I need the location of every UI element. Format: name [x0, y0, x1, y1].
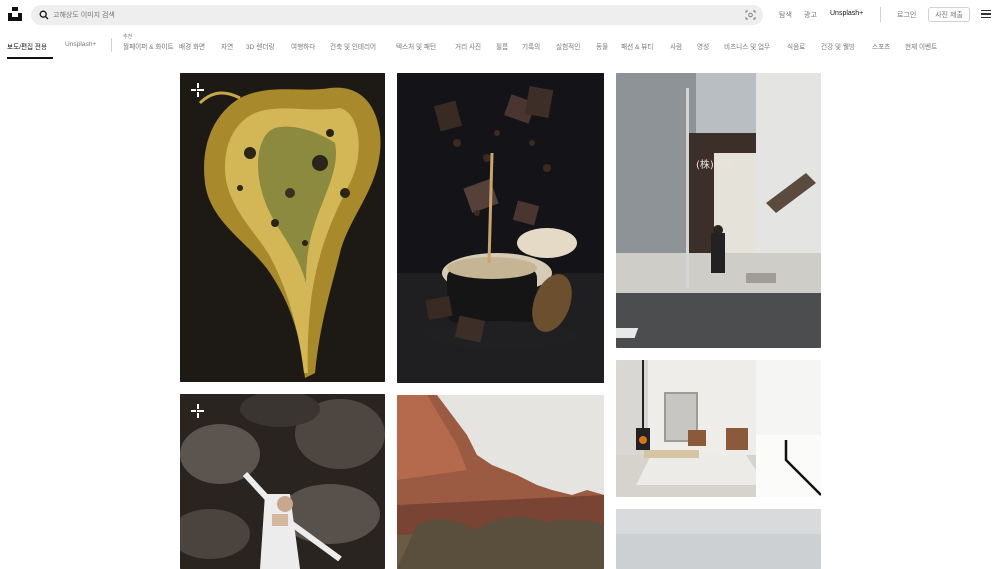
tab-item[interactable]: 필름 — [496, 41, 508, 51]
tab-item[interactable]: 실험적인 — [556, 41, 580, 51]
photo-image — [397, 395, 604, 569]
submit-photo-button[interactable]: 사진 제출 — [928, 7, 970, 22]
tab-item[interactable]: 자연 — [221, 41, 233, 51]
photo-image — [616, 360, 821, 497]
search-input[interactable] — [53, 7, 743, 23]
tab-item[interactable]: 식음료 — [787, 41, 805, 51]
tab-item[interactable]: 배경 화면 — [179, 41, 205, 51]
active-tab-indicator — [7, 57, 53, 59]
tab-item[interactable]: 영성 — [697, 41, 709, 51]
search-bar[interactable] — [31, 5, 763, 25]
photo-image: (株)村松 — [616, 73, 821, 348]
photo-image — [397, 73, 604, 383]
tab-item[interactable]: 기록의 — [522, 41, 540, 51]
tab-unsplash-plus[interactable]: Unsplash+ — [65, 41, 96, 48]
tab-item[interactable]: 텍스처 및 패턴 — [396, 41, 436, 51]
top-header: 탐색 광고 Unsplash+ 로그인 사진 제출 — [0, 0, 1000, 30]
tab-item[interactable]: 스포츠 — [872, 41, 890, 51]
photo-card[interactable] — [180, 73, 385, 382]
photo-card[interactable] — [180, 394, 385, 569]
photo-card[interactable] — [616, 360, 821, 497]
tab-item[interactable]: 3D 렌더링 — [246, 41, 274, 51]
login-link[interactable]: 로그인 — [897, 10, 916, 20]
tab-item[interactable]: 사람 — [670, 41, 682, 51]
advertise-link[interactable]: 광고 — [804, 10, 817, 20]
tab-featured[interactable]: 보도/편집 전용 — [7, 41, 47, 51]
tab-item[interactable]: 비즈니스 및 업무 — [724, 41, 770, 51]
photo-card[interactable] — [397, 395, 604, 569]
tab-item[interactable]: 거리 사진 — [455, 41, 481, 51]
tab-divider — [111, 38, 112, 52]
tab-item[interactable]: 패션 & 뷰티 — [621, 41, 653, 51]
photo-card[interactable]: (株)村松 — [616, 73, 821, 348]
recommended-label: 추천 — [123, 34, 133, 40]
photo-image — [616, 509, 821, 569]
photo-image — [180, 73, 385, 382]
unsplash-plus-badge-icon — [191, 404, 205, 418]
tab-item[interactable]: 여행하다 — [291, 41, 315, 51]
photo-card[interactable] — [616, 509, 821, 569]
photo-card[interactable] — [397, 73, 604, 383]
unsplash-plus-link[interactable]: Unsplash+ — [830, 10, 863, 17]
unsplash-plus-badge-icon — [191, 83, 205, 97]
tab-item[interactable]: 월페이퍼 & 화이트 — [123, 41, 174, 51]
tab-item[interactable]: 동물 — [596, 41, 608, 51]
svg-text:(株)村松: (株)村松 — [696, 158, 734, 171]
unsplash-logo-icon[interactable] — [8, 7, 22, 21]
tab-item[interactable]: 현재 이벤트 — [905, 41, 937, 51]
tab-item[interactable]: 건강 및 웰빙 — [821, 41, 855, 51]
visual-search-icon[interactable] — [745, 10, 756, 20]
header-divider — [880, 7, 881, 22]
tab-item[interactable]: 건축 및 인테리어 — [330, 41, 376, 51]
explore-link[interactable]: 탐색 — [779, 10, 792, 20]
hamburger-menu-icon[interactable] — [981, 10, 991, 18]
photo-image — [180, 394, 385, 569]
search-icon — [39, 10, 49, 20]
